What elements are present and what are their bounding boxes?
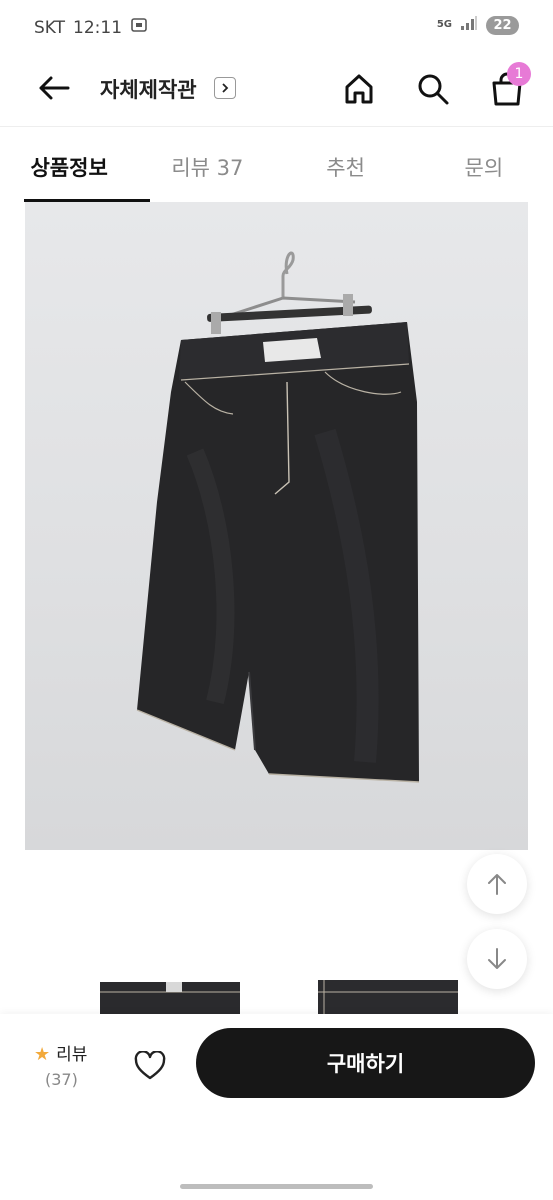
wishlist-button[interactable] [130, 1046, 170, 1086]
detail-image-back [314, 978, 460, 1014]
status-left: SKT 12:11 [34, 16, 148, 39]
tab-recommend[interactable]: 추천 [277, 132, 415, 202]
clock: 12:11 [73, 17, 123, 38]
review-count: (37) [45, 1070, 78, 1089]
signal-icon [460, 15, 478, 35]
arrow-down-icon [488, 948, 506, 969]
tab-inquiry[interactable]: 문의 [415, 132, 553, 202]
back-button[interactable] [34, 71, 74, 105]
carrier-label: SKT [34, 17, 66, 38]
tab-product-info[interactable]: 상품정보 [0, 132, 151, 202]
network-label: 5G [436, 19, 452, 30]
product-tabs: 상품정보 리뷰 37 추천 문의 [0, 132, 553, 202]
review-summary[interactable]: ★ 리뷰 (37) [34, 1040, 88, 1089]
detail-image-front [96, 978, 242, 1014]
search-button[interactable] [412, 68, 454, 110]
buy-button[interactable]: 구매하기 [196, 1028, 535, 1098]
status-bar: SKT 12:11 5G 22 [0, 0, 553, 56]
battery-indicator: 22 [486, 15, 519, 35]
star-icon: ★ [34, 1044, 51, 1065]
home-button[interactable] [338, 68, 380, 110]
store-title[interactable]: 자체제작관 [100, 74, 197, 104]
tab-reviews[interactable]: 리뷰 37 [138, 132, 276, 202]
heart-icon [134, 1051, 166, 1080]
store-link-button[interactable] [214, 77, 236, 99]
chevron-right-icon [222, 83, 229, 93]
bottom-action-bar: ★ 리뷰 (37) 구매하기 [0, 1014, 553, 1200]
cart-count-badge: 1 [507, 62, 531, 86]
product-image [25, 202, 528, 850]
back-arrow-icon [39, 76, 70, 100]
scroll-down-button[interactable] [467, 929, 527, 989]
scroll-up-button[interactable] [467, 854, 527, 914]
screenshot-icon [130, 16, 148, 39]
search-icon [418, 74, 449, 105]
arrow-up-icon [488, 874, 506, 895]
home-icon [345, 74, 373, 104]
home-indicator[interactable] [180, 1184, 373, 1189]
review-label: 리뷰 [56, 1045, 88, 1065]
top-nav: 자체제작관 [0, 56, 553, 122]
status-right: 5G 22 [437, 15, 519, 35]
nav-divider [0, 126, 553, 127]
